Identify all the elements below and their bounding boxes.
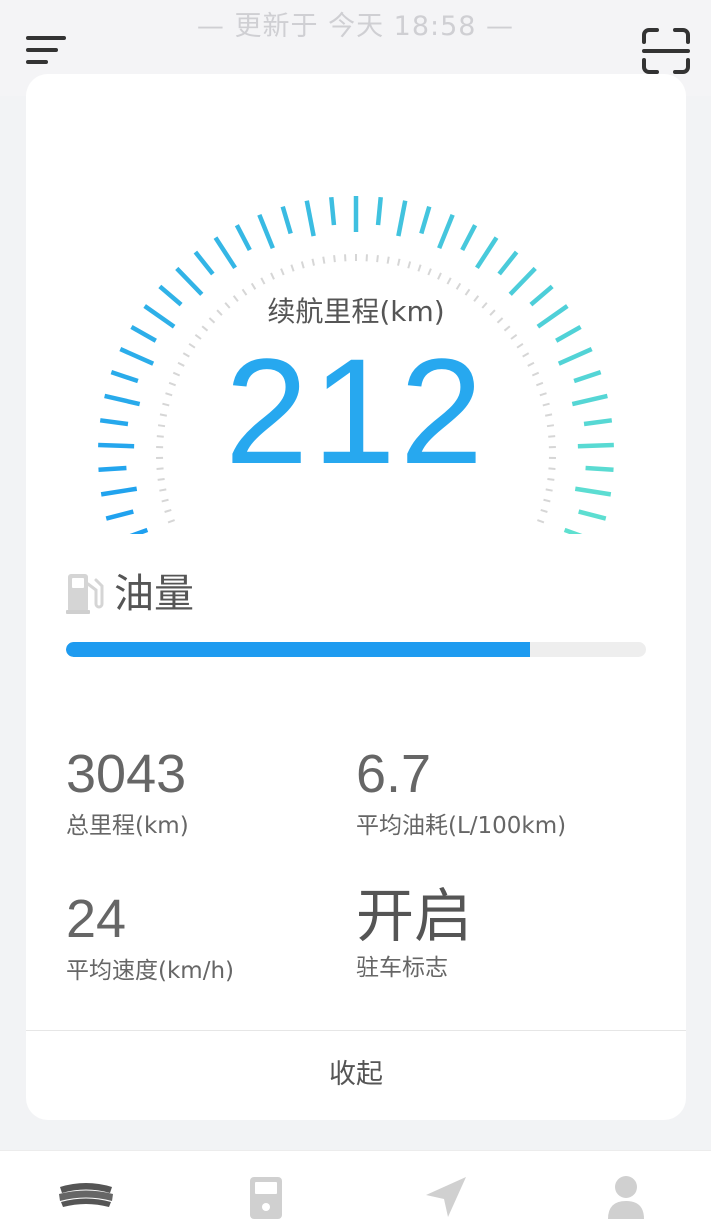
scan-button[interactable] xyxy=(640,26,692,76)
avg-fuel-value: 6.7 xyxy=(356,744,432,804)
gauge-minor-tick xyxy=(417,264,422,272)
gauge-minor-tick xyxy=(270,272,275,280)
gauge-minor-tick xyxy=(397,258,401,266)
vehicle-status-card: 续航里程(km) 212 油量 3043 总里程(km) 6.7 平均油耗(L/… xyxy=(26,74,686,1120)
avg-speed-value: 24 xyxy=(66,889,127,949)
scan-icon xyxy=(642,28,690,74)
gauge-tick xyxy=(304,200,316,237)
gauge-tick xyxy=(105,509,134,521)
gauge-tick xyxy=(193,250,215,276)
range-label: 续航里程(km) xyxy=(267,295,445,328)
gauge-minor-tick xyxy=(164,509,172,513)
gauge-tick xyxy=(100,486,138,497)
menu-icon xyxy=(26,36,66,64)
stat-avg-speed: 24 平均速度(km/h) xyxy=(66,889,234,985)
stat-avg-fuel: 6.7 平均油耗(L/100km) xyxy=(356,744,566,840)
gauge-tick xyxy=(375,196,383,226)
stat-parking: 开启 驻车标志 xyxy=(356,886,472,982)
gauge-minor-tick xyxy=(260,277,266,285)
gauge-tick xyxy=(396,200,408,237)
parking-label: 驻车标志 xyxy=(356,955,448,981)
collapse-button[interactable]: 收起 xyxy=(26,1031,686,1120)
fuel-label: 油量 xyxy=(114,571,194,617)
gauge-minor-tick xyxy=(407,261,412,269)
gauge-minor-tick xyxy=(250,282,257,290)
gauge-tick xyxy=(497,250,519,276)
total-mileage-value: 3043 xyxy=(66,744,187,804)
gauge-tick xyxy=(437,213,455,250)
gauge-tick xyxy=(234,224,252,252)
gauge-minor-tick xyxy=(300,261,305,269)
range-value: 212 xyxy=(224,327,488,495)
gauge-tick xyxy=(563,527,583,534)
gauge-minor-tick xyxy=(545,488,553,492)
menu-button[interactable] xyxy=(24,30,70,70)
car-logo-icon xyxy=(59,1183,113,1207)
avg-fuel-label: 平均油耗(L/100km) xyxy=(356,813,567,839)
gauge-tick xyxy=(329,196,337,226)
gauge-minor-tick xyxy=(159,488,167,492)
gauge-minor-tick xyxy=(540,509,548,513)
gauge-tick xyxy=(475,236,499,270)
phone-device-icon xyxy=(250,1177,282,1219)
navigation-arrow-icon xyxy=(426,1177,466,1217)
gauge-tick xyxy=(129,527,149,534)
stat-total-mileage: 3043 总里程(km) xyxy=(66,744,189,840)
tab-profile[interactable] xyxy=(596,1173,656,1221)
total-mileage-label: 总里程(km) xyxy=(66,813,189,839)
gauge-minor-tick xyxy=(386,256,390,264)
avg-speed-label: 平均速度(km/h) xyxy=(66,958,234,984)
gauge-minor-tick xyxy=(167,519,175,524)
gauge-minor-tick xyxy=(437,272,442,280)
gauge-tick xyxy=(578,509,607,521)
gauge-minor-tick xyxy=(290,264,295,272)
tab-device[interactable] xyxy=(236,1173,296,1221)
bottom-tab-bar xyxy=(0,1150,711,1223)
gauge-minor-tick xyxy=(161,498,169,503)
gauge-tick xyxy=(574,486,612,497)
gauge-tick xyxy=(257,213,275,250)
gauge-tick xyxy=(419,205,432,235)
gauge-minor-tick xyxy=(322,256,326,264)
gauge-minor-tick xyxy=(376,255,379,263)
parking-value: 开启 xyxy=(356,882,473,950)
gauge-minor-tick xyxy=(333,255,336,263)
gauge-minor-tick xyxy=(280,268,285,276)
user-icon xyxy=(608,1176,644,1219)
gauge-minor-tick xyxy=(427,268,432,276)
gauge-tick xyxy=(280,205,293,235)
fuel-level-bar xyxy=(66,642,646,657)
gauge-tick xyxy=(460,224,478,252)
fuel-pump-icon xyxy=(66,574,104,614)
tab-navigation[interactable] xyxy=(416,1173,476,1221)
gauge-minor-tick xyxy=(446,277,452,285)
gauge-minor-tick xyxy=(543,498,551,503)
gauge-tick xyxy=(213,236,237,270)
update-timestamp: — 更新于 今天 18:58 — xyxy=(196,11,515,42)
gauge-minor-tick xyxy=(537,519,545,524)
tab-car[interactable] xyxy=(56,1173,116,1221)
gauge-minor-tick xyxy=(455,282,462,290)
fuel-level-fill xyxy=(66,642,530,657)
gauge-minor-tick xyxy=(311,258,315,266)
